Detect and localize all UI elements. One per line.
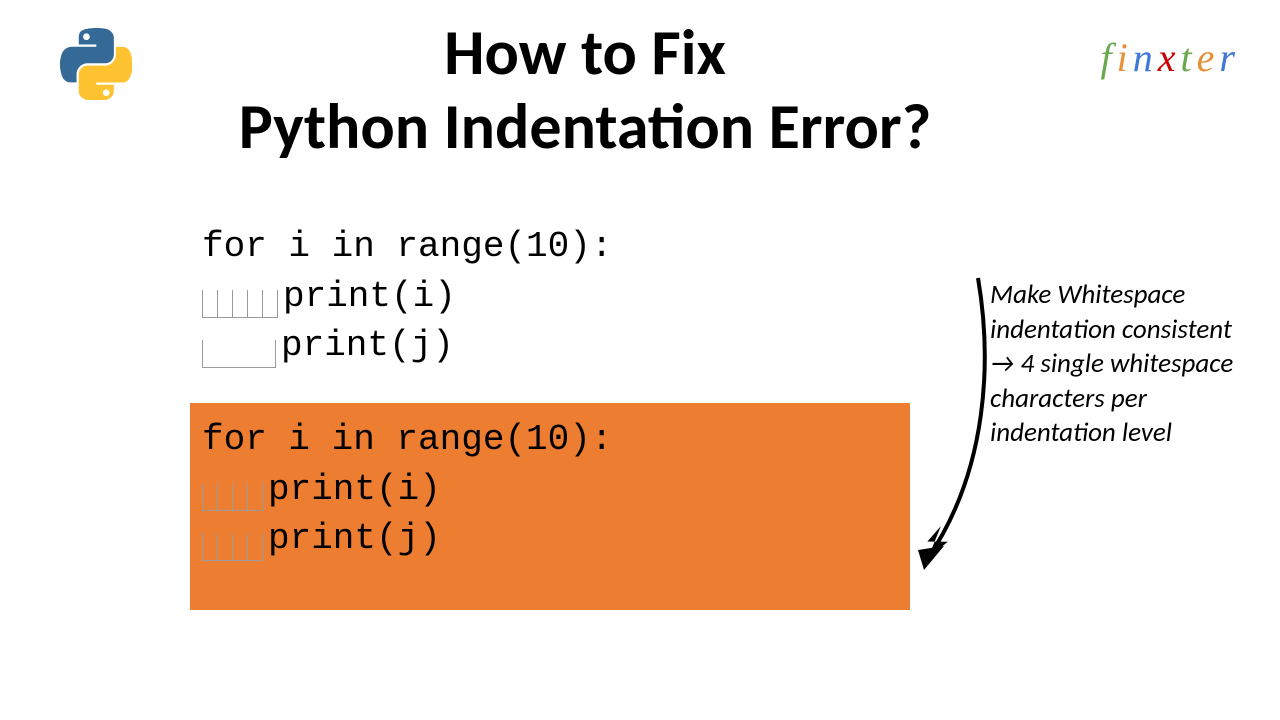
title-line1: How to Fix	[444, 14, 726, 92]
whitespace-spaces-icon	[202, 483, 262, 511]
whitespace-tab-icon	[202, 340, 275, 368]
code-text: for i in range(10):	[202, 222, 612, 272]
annotation-text: Make Whitespace indentation consistent →…	[990, 278, 1240, 451]
code-text: print(i)	[268, 465, 441, 515]
code-line: for i in range(10):	[202, 415, 898, 465]
code-line: print(i)	[202, 465, 898, 515]
code-text: print(j)	[281, 321, 454, 371]
code-block-good: for i in range(10): print(i) print(j)	[190, 403, 910, 610]
page-title: How to Fix Python Indentation Error?	[0, 18, 1280, 163]
code-block-bad: for i in range(10): print(i) print(j)	[190, 216, 870, 381]
code-line: print(j)	[202, 321, 858, 371]
whitespace-spaces-icon	[202, 533, 262, 561]
code-line: print(j)	[202, 514, 898, 564]
code-text: print(j)	[268, 514, 441, 564]
code-text: print(i)	[283, 272, 456, 322]
code-line: for i in range(10):	[202, 222, 858, 272]
code-area: for i in range(10): print(i) print(j) fo…	[190, 216, 870, 610]
code-line: print(i)	[202, 272, 858, 322]
arrow-icon	[910, 270, 1000, 590]
code-text: for i in range(10):	[202, 415, 612, 465]
title-line2: Python Indentation Error?	[120, 92, 1050, 164]
whitespace-spaces-icon	[202, 290, 277, 318]
